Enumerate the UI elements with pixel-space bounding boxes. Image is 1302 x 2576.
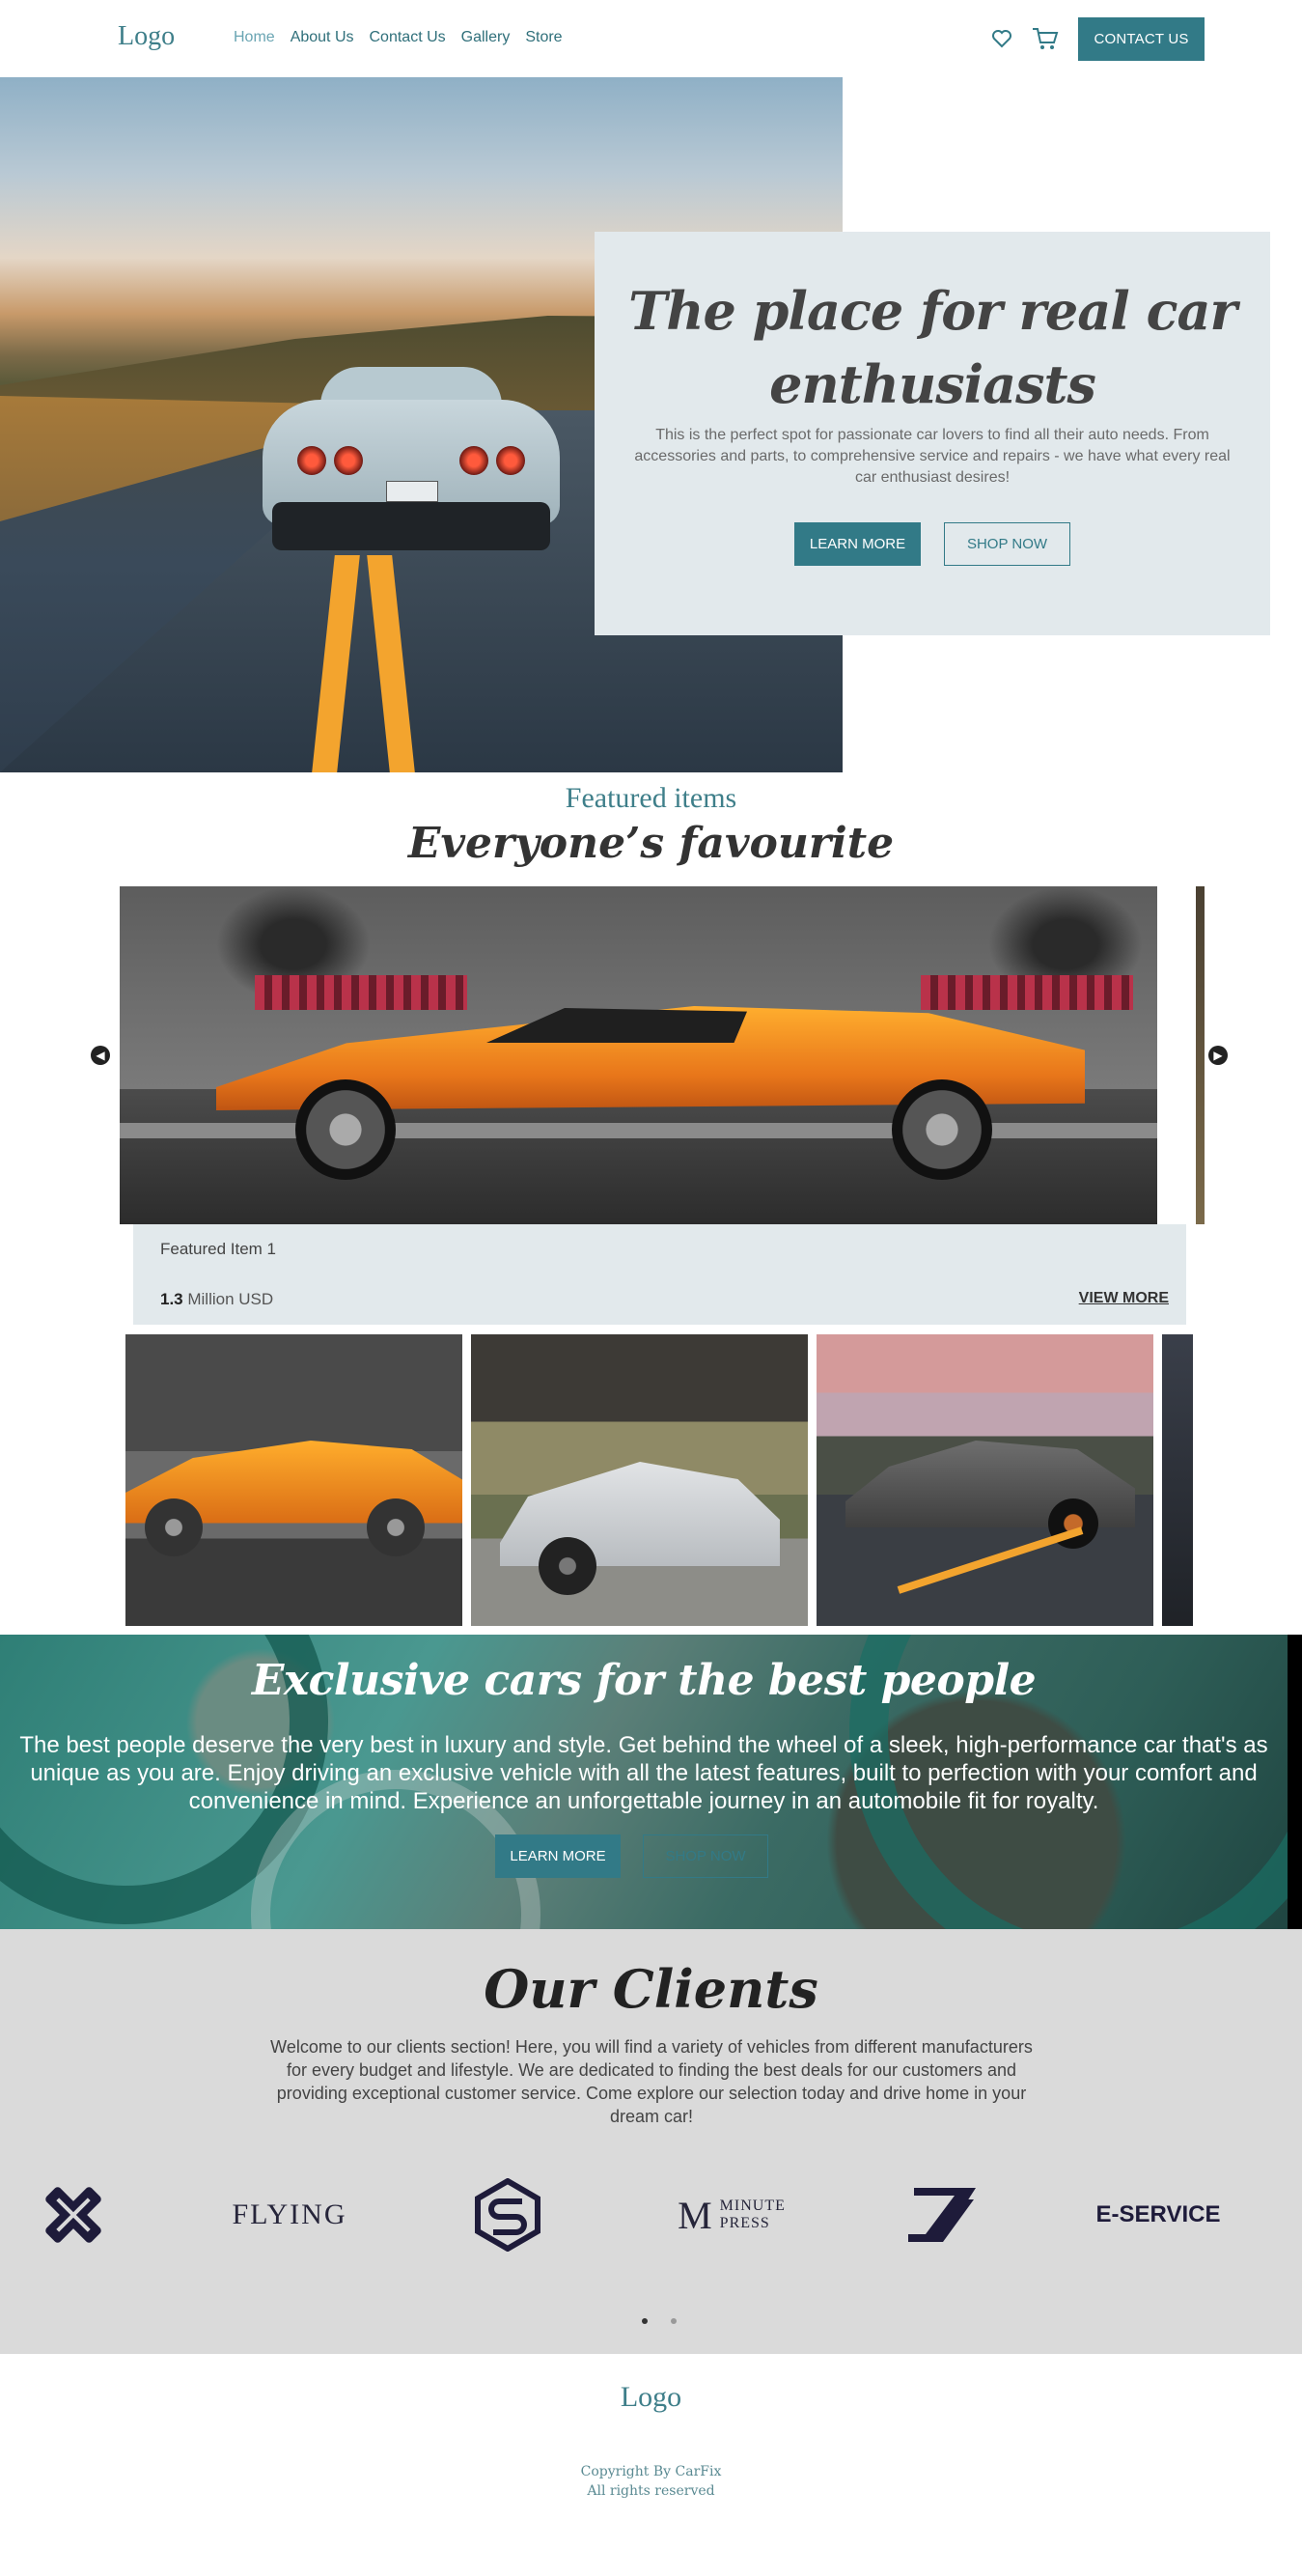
clients-section: Our Clients Welcome to our clients secti… bbox=[0, 1929, 1302, 2354]
price-unit: Million USD bbox=[182, 1290, 274, 1308]
footer-logo[interactable]: Logo bbox=[0, 2381, 1302, 2414]
featured-title: Everyone’s favourite bbox=[407, 819, 895, 868]
clients-description: Welcome to our clients section! Here, yo… bbox=[270, 2037, 1033, 2126]
featured-thumbnails bbox=[125, 1334, 1193, 1626]
rights-text: All rights reserved bbox=[587, 2483, 715, 2499]
cart-icon[interactable] bbox=[1031, 26, 1060, 51]
exclusive-shop-now-button[interactable]: SHOP NOW bbox=[643, 1834, 768, 1878]
exclusive-description: The best people deserve the very best in… bbox=[19, 1732, 1268, 1814]
clients-pagination-dot-active[interactable] bbox=[642, 2318, 648, 2324]
client-logo-z-icon bbox=[903, 2176, 981, 2254]
hero-learn-more-button[interactable]: LEARN MORE bbox=[794, 522, 921, 566]
carousel-next-arrow-icon[interactable]: ▶ bbox=[1208, 1046, 1228, 1065]
thumbnail-orange-car[interactable] bbox=[125, 1334, 462, 1626]
nav-store[interactable]: Store bbox=[525, 29, 562, 46]
carousel-prev-arrow-icon[interactable]: ◀ bbox=[91, 1046, 110, 1065]
flying-wordmark: FLYING bbox=[232, 2198, 347, 2230]
thumbnail-white-car[interactable] bbox=[471, 1334, 808, 1626]
contact-us-button[interactable]: CONTACT US bbox=[1078, 17, 1205, 61]
hero-description: This is the perfect spot for passionate … bbox=[634, 427, 1231, 486]
copyright-text: Copyright By CarFix bbox=[580, 2464, 722, 2479]
nav-gallery[interactable]: Gallery bbox=[461, 29, 511, 46]
nav-home[interactable]: Home bbox=[234, 29, 275, 46]
hero-title: The place for real car enthusiasts bbox=[628, 280, 1237, 415]
client-logo-e-service: E-SERVICE bbox=[1091, 2176, 1226, 2254]
minute-press-word2: PRESS bbox=[719, 2215, 770, 2231]
hero-shop-now-button[interactable]: SHOP NOW bbox=[944, 522, 1070, 566]
view-more-link[interactable]: VIEW MORE bbox=[1079, 1290, 1169, 1307]
featured-main-slide-image[interactable] bbox=[120, 886, 1157, 1224]
exclusive-title: Exclusive cars for the best people bbox=[251, 1656, 1037, 1705]
client-logo-x-icon bbox=[35, 2176, 112, 2254]
price-value: 1.3 bbox=[160, 1290, 183, 1308]
clients-title: Our Clients bbox=[484, 1958, 818, 2020]
minute-press-m: M bbox=[678, 2193, 712, 2237]
hero-car-illustration bbox=[263, 367, 560, 560]
thumbnail-peek[interactable] bbox=[1162, 1334, 1193, 1626]
featured-item-name: Featured Item 1 bbox=[160, 1240, 277, 1258]
site-header: Logo Home About Us Contact Us Gallery St… bbox=[0, 0, 1302, 77]
exclusive-banner: Exclusive cars for the best people The b… bbox=[0, 1635, 1302, 1929]
header-logo[interactable]: Logo bbox=[118, 21, 175, 52]
nav-about-us[interactable]: About Us bbox=[291, 29, 354, 46]
minute-press-word1: MINUTE bbox=[719, 2198, 786, 2214]
hero-card: The place for real car enthusiasts This … bbox=[595, 232, 1270, 635]
thumbnail-grey-car[interactable] bbox=[817, 1334, 1153, 1626]
nav-contact-us[interactable]: Contact Us bbox=[370, 29, 446, 46]
client-logo-flying: FLYING bbox=[222, 2176, 357, 2254]
footer-copyright: Copyright By CarFix All rights reserved bbox=[0, 2462, 1302, 2501]
heart-icon[interactable] bbox=[990, 27, 1013, 50]
clients-pagination-dot[interactable] bbox=[671, 2318, 677, 2324]
client-logo-s-icon bbox=[469, 2176, 546, 2254]
e-service-wordmark: E-SERVICE bbox=[1095, 2201, 1221, 2227]
next-slide-peek bbox=[1196, 886, 1205, 1224]
featured-item-price: 1.3 Million USD bbox=[160, 1290, 273, 1309]
main-nav: Home About Us Contact Us Gallery Store bbox=[234, 29, 563, 46]
featured-kicker: Featured items bbox=[565, 782, 737, 814]
featured-info-panel: Featured Item 1 1.3 Million USD VIEW MOR… bbox=[133, 1224, 1186, 1325]
exclusive-learn-more-button[interactable]: LEARN MORE bbox=[495, 1834, 621, 1878]
client-logo-minute-press: M MINUTE PRESS bbox=[664, 2176, 799, 2254]
